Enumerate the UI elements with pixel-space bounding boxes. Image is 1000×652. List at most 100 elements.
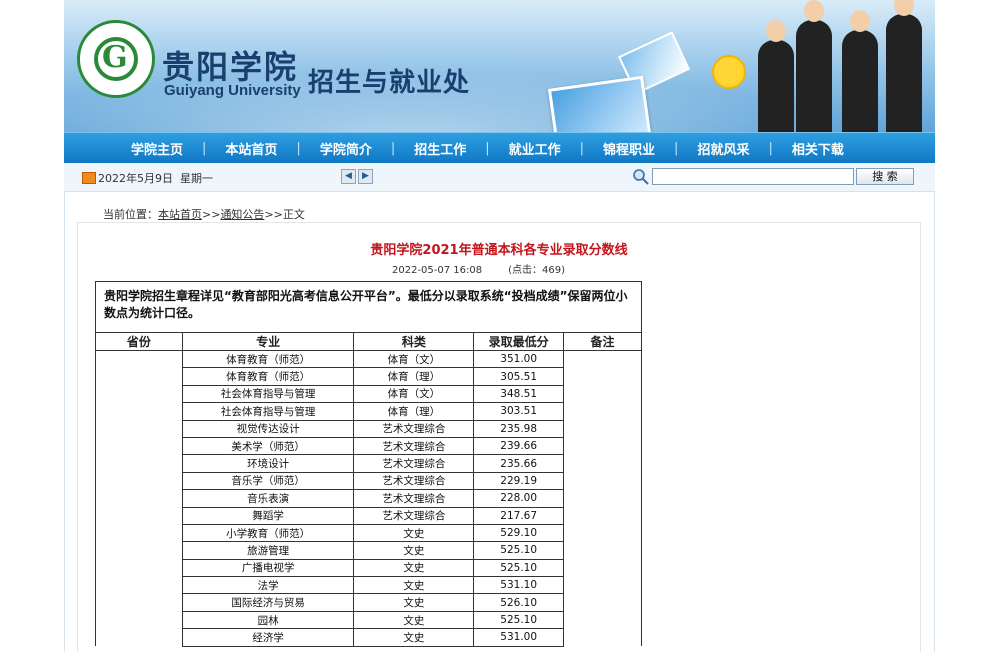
major-cell: 经济学 xyxy=(181,628,355,647)
nav-item-employment[interactable]: 就业工作 | xyxy=(509,139,603,158)
scroll-right-button[interactable]: ▶ xyxy=(358,169,373,184)
score-cell: 525.10 xyxy=(473,541,565,560)
nav-item-about[interactable]: 学院简介 | xyxy=(320,139,414,158)
category-cell: 体育（文） xyxy=(353,349,475,369)
major-cell: 法学 xyxy=(181,576,355,595)
category-cell: 艺术文理综合 xyxy=(353,436,475,456)
breadcrumb-separator: >> xyxy=(264,208,283,221)
content-area: 当前位置：本站首页>>通知公告>>正文 贵阳学院2021年普通本科各专业录取分数… xyxy=(64,192,935,652)
nav-separator: | xyxy=(390,141,396,156)
remarks-cell xyxy=(563,350,642,647)
nav-separator: | xyxy=(674,141,679,156)
category-cell: 文史 xyxy=(353,610,475,630)
nav-separator: | xyxy=(296,141,301,156)
article-title: 贵阳学院2021年普通本科各专业录取分数线 xyxy=(370,243,628,258)
header-min-score: 录取最低分 xyxy=(473,332,565,351)
major-cell: 音乐学（师范） xyxy=(181,471,355,491)
score-cell: 531.00 xyxy=(473,628,565,647)
category-cell: 文史 xyxy=(353,558,475,578)
breadcrumb-prefix: 当前位置： xyxy=(103,208,158,221)
major-cell: 体育教育（师范） xyxy=(181,349,355,369)
current-date: 2022年5月9日 xyxy=(98,172,173,185)
article-hits-label: (点击： xyxy=(508,265,543,276)
major-cell: 环境设计 xyxy=(181,454,355,473)
major-cell: 小学教育（师范） xyxy=(181,523,355,543)
nav-label[interactable]: 本站首页 xyxy=(225,139,277,158)
nav-label[interactable]: 学院主页 xyxy=(131,139,183,158)
graduate-figure xyxy=(886,0,922,132)
major-cell: 社会体育指导与管理 xyxy=(181,384,355,404)
search-button[interactable]: 搜 索 xyxy=(856,168,914,185)
score-cell: 235.98 xyxy=(473,419,565,438)
admission-notice: 贵阳学院招生章程详见“教育部阳光高考信息公开平台”。最低分以录取系统“投档成绩”… xyxy=(95,281,642,333)
score-cell: 303.51 xyxy=(473,402,565,421)
nav-label[interactable]: 招生工作 xyxy=(414,139,466,158)
header-major: 专业 xyxy=(181,332,355,351)
table-body: 体育教育（师范） 体育（文） 351.00 体育教育（师范） 体育（理） 305.51 社会… xyxy=(95,349,642,647)
score-table: 省份 专业 科类 录取最低分 备注 体育教育（师范） 体育（文） 351.00 体育教… xyxy=(95,332,642,647)
category-cell: 文史 xyxy=(353,628,475,647)
scroll-left-button[interactable]: ◀ xyxy=(341,169,356,184)
breadcrumb-current: 正文 xyxy=(282,208,305,221)
major-cell: 广播电视学 xyxy=(181,558,355,578)
nav-item-downloads[interactable]: 相关下载 xyxy=(792,139,844,158)
major-cell: 国际经济与贸易 xyxy=(181,593,355,612)
graduate-figure xyxy=(842,10,878,132)
graduate-figure xyxy=(796,0,832,132)
category-cell: 体育（文） xyxy=(353,384,475,404)
article-panel: 贵阳学院2021年普通本科各专业录取分数线 2022-05-07 16:08 (点… xyxy=(77,222,921,652)
score-cell: 525.10 xyxy=(473,558,565,578)
category-cell: 文史 xyxy=(353,576,475,595)
breadcrumb-home-link[interactable]: 本站首页 xyxy=(158,208,202,221)
score-cell: 239.66 xyxy=(473,436,565,456)
major-cell: 体育教育（师范） xyxy=(181,367,355,386)
nav-item-college-home[interactable]: 学院主页 | xyxy=(131,139,225,158)
nav-label[interactable]: 就业工作 xyxy=(509,139,561,158)
search-input[interactable] xyxy=(652,168,854,185)
graduates-image xyxy=(754,0,935,132)
score-cell: 525.10 xyxy=(473,610,565,630)
nav-separator: | xyxy=(485,141,490,156)
sun-icon xyxy=(712,55,746,89)
logo-letter: G xyxy=(102,40,128,75)
category-cell: 文史 xyxy=(353,523,475,543)
category-cell: 艺术文理综合 xyxy=(353,454,475,473)
major-cell: 音乐表演 xyxy=(181,489,355,508)
score-cell: 229.19 xyxy=(473,471,565,491)
nav-separator: | xyxy=(579,141,585,156)
nav-separator: | xyxy=(768,141,773,156)
score-cell: 529.10 xyxy=(473,523,565,543)
nav-item-career[interactable]: 锦程职业 | xyxy=(603,139,697,158)
calendar-icon xyxy=(82,172,96,184)
nav-separator: | xyxy=(202,141,207,156)
article-hits-suffix: ) xyxy=(561,265,566,276)
nav-item-site-home[interactable]: 本站首页 | xyxy=(225,139,319,158)
score-cell: 235.66 xyxy=(473,454,565,473)
info-bar: 2022年5月9日 星期一 ◀ ▶ 搜 索 xyxy=(64,163,935,192)
category-cell: 艺术文理综合 xyxy=(353,489,475,508)
nav-label[interactable]: 锦程职业 xyxy=(603,139,655,158)
article-hits-value: 469 xyxy=(542,265,562,276)
major-cell: 园林 xyxy=(181,610,355,630)
nav-label[interactable]: 相关下载 xyxy=(792,139,844,158)
major-cell: 旅游管理 xyxy=(181,541,355,560)
page: G 贵阳学院 Guiyang University 招生与就业处 学院主页 | 本… xyxy=(64,0,935,652)
category-cell: 文史 xyxy=(353,593,475,612)
nav-item-admissions[interactable]: 招生工作 | xyxy=(414,139,508,158)
province-cell xyxy=(95,350,183,647)
breadcrumb: 当前位置：本站首页>>通知公告>>正文 xyxy=(103,206,305,222)
search-button-label[interactable]: 搜 索 xyxy=(872,170,898,183)
search-icon xyxy=(633,169,649,185)
breadcrumb-separator: >> xyxy=(202,208,221,221)
category-cell: 艺术文理综合 xyxy=(353,471,475,491)
nav-item-gallery[interactable]: 招就风采 | xyxy=(697,139,791,158)
header-category: 科类 xyxy=(353,332,475,351)
category-cell: 体育（理） xyxy=(353,402,475,421)
category-cell: 文史 xyxy=(353,541,475,560)
nav-label[interactable]: 招就风采 xyxy=(697,139,749,158)
breadcrumb-section-link[interactable]: 通知公告 xyxy=(220,208,264,221)
main-nav: 学院主页 | 本站首页 | 学院简介 | 招生工作 | 就业工作 | 锦程职业 | 招就风采… xyxy=(64,132,935,164)
major-cell: 社会体育指导与管理 xyxy=(181,402,355,421)
nav-label[interactable]: 学院简介 xyxy=(320,139,372,158)
table-row: 体育教育（师范） 体育（文） 351.00 xyxy=(95,349,642,647)
